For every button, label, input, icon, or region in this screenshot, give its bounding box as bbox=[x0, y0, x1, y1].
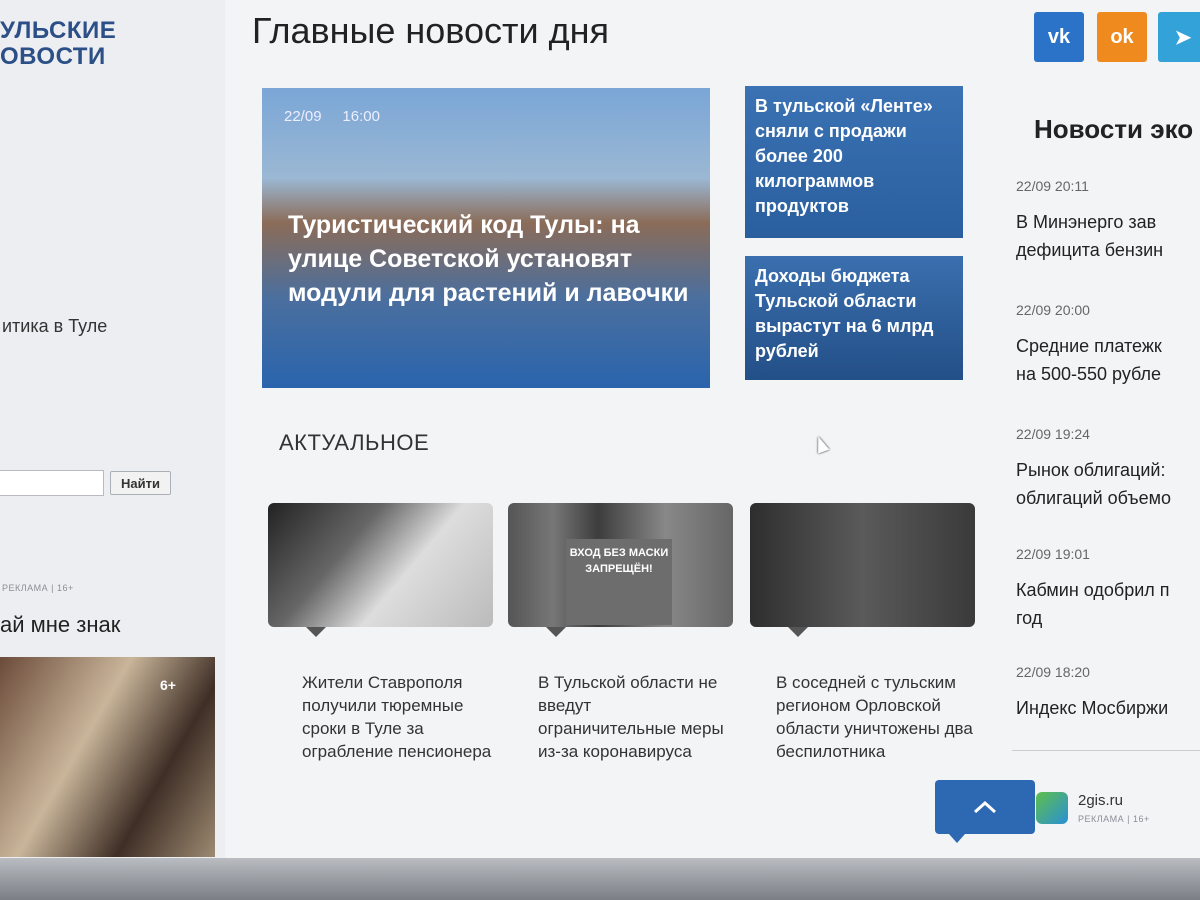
feed-line: Средние платежк bbox=[1016, 336, 1162, 356]
logo-line-2: ОВОСТИ bbox=[0, 43, 106, 70]
feed-line: В Минэнерго зав bbox=[1016, 212, 1157, 232]
news-card-image[interactable] bbox=[750, 503, 975, 637]
2gis-logo-icon[interactable] bbox=[1036, 792, 1068, 824]
feed-line: на 500-550 рубле bbox=[1016, 364, 1162, 384]
feed-item[interactable]: 22/09 20:11 В Минэнерго зав дефицита бен… bbox=[1016, 178, 1163, 264]
ad-title[interactable]: ай мне знак bbox=[0, 612, 120, 638]
section-title: АКТУАЛЬНОЕ bbox=[279, 430, 430, 455]
ad-image[interactable] bbox=[0, 657, 215, 857]
feed-line: Индекс Мосбиржи bbox=[1016, 698, 1169, 718]
search-input[interactable] bbox=[0, 470, 104, 496]
feed-item[interactable]: 22/09 18:20 Индекс Мосбиржи bbox=[1016, 664, 1168, 722]
ad-2gis-title[interactable]: 2gis.ru bbox=[1078, 792, 1123, 809]
chevron-up-icon bbox=[973, 800, 997, 814]
feed-line: дефицита бензин bbox=[1016, 240, 1164, 260]
feed-time: 22/09 20:11 bbox=[1016, 178, 1089, 194]
feed-time: 22/09 19:24 bbox=[1016, 426, 1090, 442]
scroll-to-top-button[interactable] bbox=[935, 780, 1035, 843]
mouse-cursor bbox=[812, 434, 830, 454]
feature-headline: Туристический код Тулы: на улице Советск… bbox=[288, 211, 689, 307]
ok-icon[interactable]: ok bbox=[1097, 12, 1147, 62]
feed-line: облигаций объемо bbox=[1016, 488, 1172, 508]
news-card[interactable]: Жители Ставрополя получили тюремные срок… bbox=[268, 503, 493, 763]
ad-2gis-label: РЕКЛАМА | 16+ bbox=[1078, 814, 1150, 824]
feature-date: 22/09 16:00 bbox=[284, 108, 380, 125]
feed-line: Кабмин одобрил п bbox=[1016, 580, 1170, 600]
feed-text: Кабмин одобрил п год bbox=[1016, 576, 1170, 632]
side-news-card[interactable]: В тульской «Ленте» сняли с продажи более… bbox=[745, 86, 963, 238]
feed-divider bbox=[1012, 750, 1200, 751]
site-logo[interactable]: УЛЬСКИЕ ОВОСТИ bbox=[0, 18, 116, 70]
feature-date-day: 22/09 bbox=[284, 108, 322, 125]
feed-time: 22/09 20:00 bbox=[1016, 302, 1090, 318]
news-card-text[interactable]: В Тульской области не введут ограничител… bbox=[508, 671, 733, 763]
news-card-text[interactable]: В соседней с тульским регионом Орловской… bbox=[750, 671, 975, 763]
age-badge: 6+ bbox=[160, 677, 176, 693]
feed-text: В Минэнерго зав дефицита бензин bbox=[1016, 208, 1163, 264]
feature-date-time: 16:00 bbox=[342, 108, 380, 125]
feed-item[interactable]: 22/09 19:01 Кабмин одобрил п год bbox=[1016, 546, 1170, 632]
side-news-card[interactable]: Доходы бюджета Тульской области вырастут… bbox=[745, 256, 963, 380]
feed-text: Рынок облигаций: облигаций объемо bbox=[1016, 456, 1171, 512]
news-card[interactable]: ВХОД БЕЗ МАСКИ ЗАПРЕЩЁН! В Тульской обла… bbox=[508, 503, 733, 763]
news-card-text[interactable]: Жители Ставрополя получили тюремные срок… bbox=[268, 671, 493, 763]
feed-line: Рынок облигаций: bbox=[1016, 460, 1166, 480]
feed-text: Средние платежк на 500-550 рубле bbox=[1016, 332, 1162, 388]
search-button[interactable]: Найти bbox=[110, 471, 171, 495]
news-page: УЛЬСКИЕ ОВОСТИ итика в Туле Найти РЕКЛАМ… bbox=[0, 0, 1200, 900]
news-card-image[interactable] bbox=[268, 503, 493, 637]
logo-line-1: УЛЬСКИЕ bbox=[0, 17, 117, 44]
vk-icon[interactable]: vk bbox=[1034, 12, 1084, 62]
feed-time: 22/09 19:01 bbox=[1016, 546, 1090, 562]
news-card[interactable]: В соседней с тульским регионом Орловской… bbox=[750, 503, 975, 763]
mask-sign: ВХОД БЕЗ МАСКИ ЗАПРЕЩЁН! bbox=[566, 539, 672, 625]
search-bar: Найти bbox=[0, 470, 171, 496]
ad-label: РЕКЛАМА | 16+ bbox=[2, 583, 74, 593]
feed-text: Индекс Мосбиржи bbox=[1016, 694, 1168, 722]
economy-news-title: Новости эко bbox=[1034, 114, 1194, 144]
sidebar-menu-item[interactable]: итика в Туле bbox=[2, 316, 107, 337]
feature-news-card[interactable]: 22/09 16:00 Туристический код Тулы: на у… bbox=[262, 88, 710, 388]
telegram-icon[interactable]: ➤ bbox=[1158, 12, 1200, 62]
feed-item[interactable]: 22/09 19:24 Рынок облигаций: облигаций о… bbox=[1016, 426, 1171, 512]
news-card-image[interactable]: ВХОД БЕЗ МАСКИ ЗАПРЕЩЁН! bbox=[508, 503, 733, 637]
feed-time: 22/09 18:20 bbox=[1016, 664, 1090, 680]
feed-line: год bbox=[1016, 608, 1043, 628]
page-title: Главные новости дня bbox=[252, 10, 610, 51]
feed-item[interactable]: 22/09 20:00 Средние платежк на 500-550 р… bbox=[1016, 302, 1162, 388]
monitor-bezel bbox=[0, 858, 1200, 900]
